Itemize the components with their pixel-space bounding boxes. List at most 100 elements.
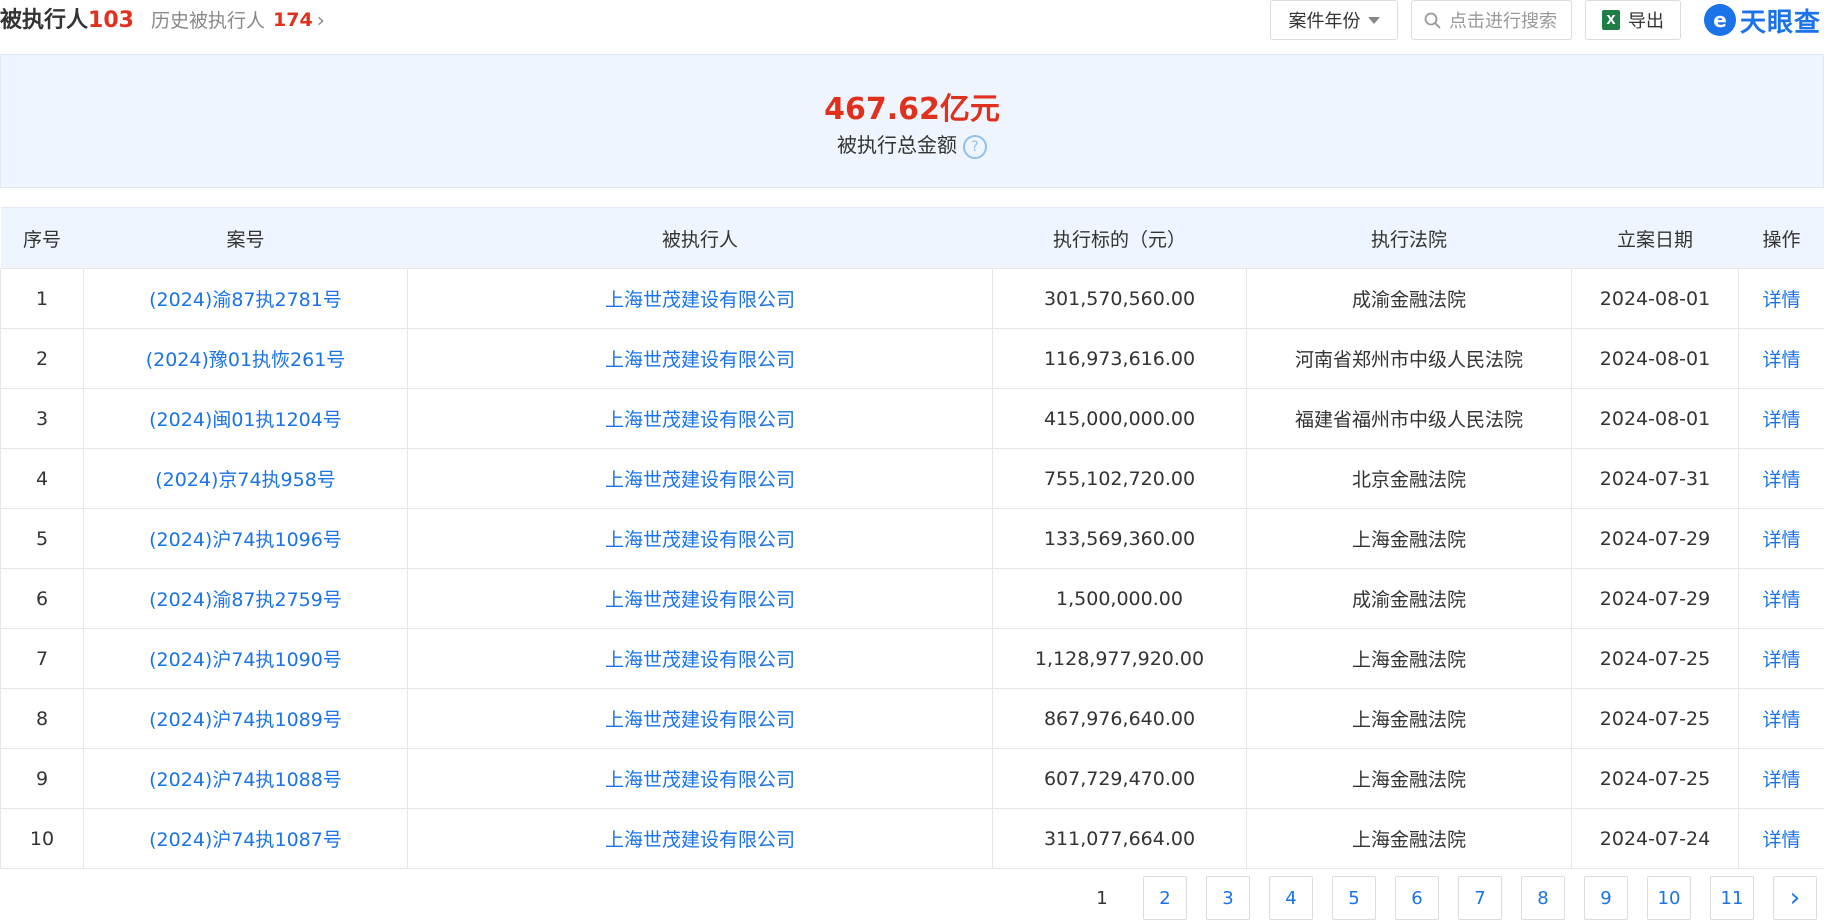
row-executed-party-link[interactable]: 上海世茂建设有限公司 [605,529,795,551]
table-row: 10(2024)沪74执1087号上海世茂建设有限公司311,077,664.0… [1,809,1824,869]
row-detail-link-cell: 详情 [1739,329,1824,389]
row-court: 上海金融法院 [1352,829,1466,851]
row-court: 上海金融法院 [1352,709,1466,731]
top-bar: 被执行人103 历史被执行人 174 › 案件年份 点击进行搜索 X 导出 e … [0,0,1824,46]
row-executed-party-link[interactable]: 上海世茂建设有限公司 [605,649,795,671]
row-execution-amount-cell: 1,128,977,920.00 [993,629,1247,689]
row-index-cell: 2 [1,329,84,389]
row-case-number-link[interactable]: (2024)闽01执1204号 [149,409,342,431]
total-amount-value: 467.62亿元 [1,84,1823,128]
row-detail-link-cell: 详情 [1739,809,1824,869]
row-court: 福建省福州市中级人民法院 [1295,409,1523,431]
row-executed-party-link[interactable]: 上海世茂建设有限公司 [605,769,795,791]
row-case-number-link-cell: (2024)沪74执1096号 [84,509,408,569]
row-detail-link[interactable]: 详情 [1762,529,1800,551]
row-court-cell: 上海金融法院 [1247,629,1572,689]
row-index-cell: 1 [1,269,84,329]
table-row: 7 (2024)沪74执1090号 上海世茂建设有限公司 1,128,977,920.… [1,629,1824,689]
row-index: 8 [36,708,48,730]
row-index: 2 [36,348,48,370]
export-label: 导出 [1628,7,1664,33]
page-button-11[interactable]: 11 [1710,876,1754,920]
row-executed-party-link[interactable]: 上海世茂建设有限公司 [605,469,795,491]
row-case-number-link[interactable]: (2024)渝87执2781号 [149,289,342,311]
row-executed-party-link[interactable]: 上海世茂建设有限公司 [605,349,795,371]
page-button-8[interactable]: 8 [1521,876,1565,920]
export-button[interactable]: X 导出 [1585,0,1681,40]
row-detail-link-cell: 详情 [1739,629,1824,689]
next-page-icon[interactable]: › [1773,876,1817,920]
row-court-cell: 北京金融法院 [1247,449,1572,509]
row-detail-link[interactable]: 详情 [1762,469,1800,491]
row-case-number-link[interactable]: (2024)豫01执恢261号 [146,349,346,371]
row-court-cell: 福建省福州市中级人民法院 [1247,389,1572,449]
row-detail-link[interactable]: 详情 [1762,409,1800,431]
tab-executed-persons-count: 103 [88,8,134,33]
table-row: 3(2024)闽01执1204号上海世茂建设有限公司415,000,000.00… [1,389,1824,449]
row-detail-link[interactable]: 详情 [1762,349,1800,371]
header-index: 序号 [1,208,84,269]
row-execution-amount-cell: 607,729,470.00 [993,749,1247,809]
help-icon[interactable]: ? [963,135,987,159]
page-button-10[interactable]: 10 [1647,876,1691,920]
total-amount-label-row: 被执行总金额? [1,129,1823,159]
row-detail-link[interactable]: 详情 [1762,289,1800,311]
page-button-3[interactable]: 3 [1206,876,1250,920]
row-filing-date-cell: 2024-07-29 [1572,509,1739,569]
row-case-number-link[interactable]: (2024)沪74执1096号 [149,529,342,551]
row-court-cell: 上海金融法院 [1247,809,1572,869]
row-index: 9 [36,768,48,790]
row-executed-party-link[interactable]: 上海世茂建设有限公司 [605,289,795,311]
row-case-number-link[interactable]: (2024)渝87执2759号 [149,589,342,611]
row-execution-amount-cell: 311,077,664.00 [993,809,1247,869]
case-year-filter-button[interactable]: 案件年份 [1270,0,1398,40]
row-executed-party-link[interactable]: 上海世茂建设有限公司 [605,409,795,431]
row-case-number-link[interactable]: (2024)沪74执1089号 [149,709,342,731]
row-filing-date-cell: 2024-07-25 [1572,629,1739,689]
row-executed-party-link-cell: 上海世茂建设有限公司 [408,269,993,329]
page-button-1[interactable]: 1 [1080,876,1124,920]
row-case-number-link[interactable]: (2024)京74执958号 [155,469,336,491]
row-execution-amount-cell: 415,000,000.00 [993,389,1247,449]
row-index: 7 [36,648,48,670]
row-detail-link[interactable]: 详情 [1762,589,1800,611]
header-case-number: 案号 [84,208,408,269]
row-detail-link-cell: 详情 [1739,749,1824,809]
page-button-2[interactable]: 2 [1143,876,1187,920]
row-detail-link[interactable]: 详情 [1762,769,1800,791]
row-executed-party-link-cell: 上海世茂建设有限公司 [408,449,993,509]
row-case-number-link-cell: (2024)闽01执1204号 [84,389,408,449]
page-button-5[interactable]: 5 [1332,876,1376,920]
row-case-number-link[interactable]: (2024)沪74执1088号 [149,769,342,791]
row-index-cell: 6 [1,569,84,629]
row-case-number-link[interactable]: (2024)沪74执1090号 [149,649,342,671]
row-court: 上海金融法院 [1352,649,1466,671]
row-executed-party-link[interactable]: 上海世茂建设有限公司 [605,709,795,731]
page-button-9[interactable]: 9 [1584,876,1628,920]
row-detail-link[interactable]: 详情 [1762,709,1800,731]
search-input[interactable]: 点击进行搜索 [1411,0,1572,40]
row-filing-date: 2024-07-29 [1600,528,1710,550]
row-court: 成渝金融法院 [1352,289,1466,311]
row-case-number-link-cell: (2024)渝87执2781号 [84,269,408,329]
row-execution-amount-cell: 116,973,616.00 [993,329,1247,389]
row-execution-amount-cell: 755,102,720.00 [993,449,1247,509]
tab-executed-persons-label: 被执行人 [0,8,88,33]
row-case-number-link[interactable]: (2024)沪74执1087号 [149,829,342,851]
row-execution-amount-cell: 1,500,000.00 [993,569,1247,629]
row-executed-party-link[interactable]: 上海世茂建设有限公司 [605,829,795,851]
row-executed-party-link[interactable]: 上海世茂建设有限公司 [605,589,795,611]
row-execution-amount: 607,729,470.00 [1044,768,1195,790]
page-button-6[interactable]: 6 [1395,876,1439,920]
tab-executed-persons[interactable]: 被执行人103 [0,2,134,34]
row-index: 1 [36,288,48,310]
row-execution-amount: 1,500,000.00 [1056,588,1183,610]
tab-history-executed-persons[interactable]: 历史被执行人 174 › [151,6,325,33]
row-case-number-link-cell: (2024)沪74执1088号 [84,749,408,809]
row-court: 上海金融法院 [1352,769,1466,791]
row-detail-link[interactable]: 详情 [1762,829,1800,851]
page-button-7[interactable]: 7 [1458,876,1502,920]
row-index-cell: 8 [1,689,84,749]
row-detail-link[interactable]: 详情 [1762,649,1800,671]
page-button-4[interactable]: 4 [1269,876,1313,920]
